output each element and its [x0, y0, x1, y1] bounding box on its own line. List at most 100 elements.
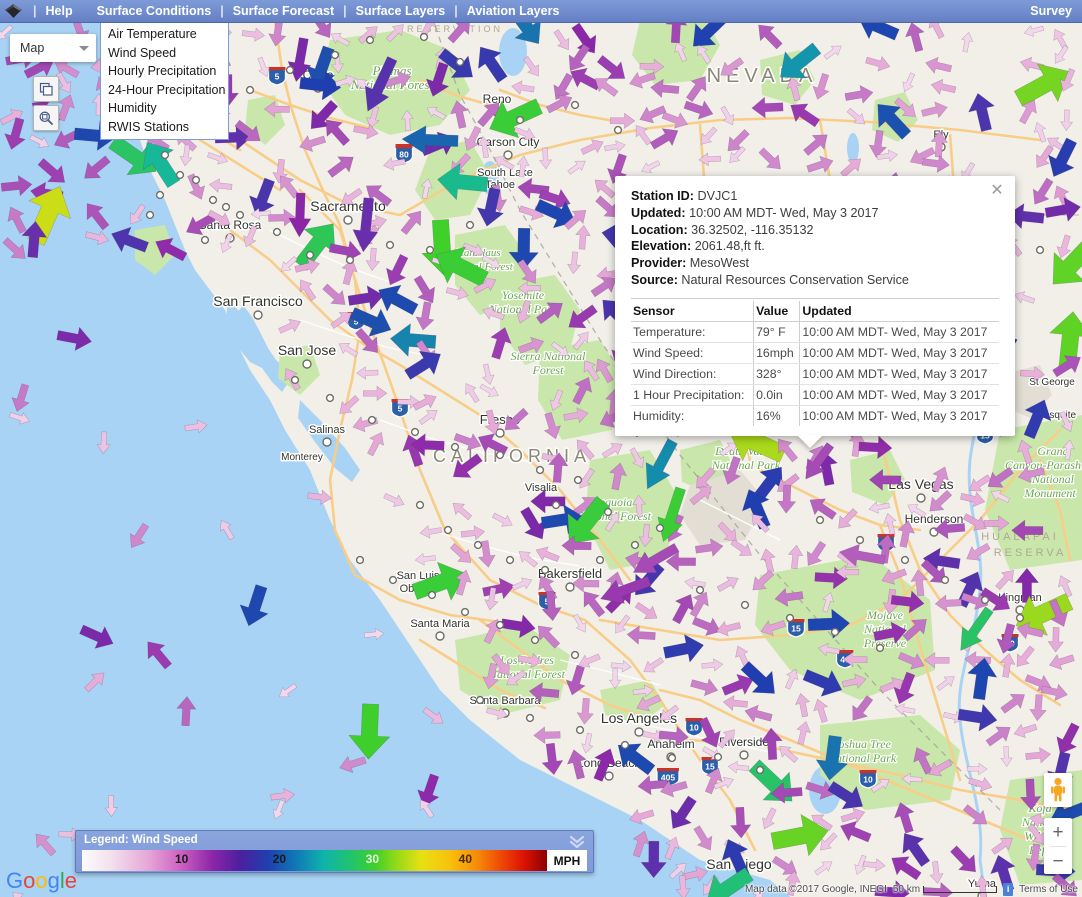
station-marker[interactable] [1037, 247, 1044, 254]
station-marker[interactable] [597, 557, 604, 564]
station-marker[interactable] [622, 742, 629, 749]
dropdown-item-rwis-stations[interactable]: RWIS Stations [101, 118, 228, 137]
station-marker[interactable] [832, 629, 839, 636]
station-marker[interactable] [577, 727, 584, 734]
station-marker[interactable] [742, 602, 749, 609]
station-marker[interactable] [193, 177, 200, 184]
station-marker[interactable] [572, 652, 579, 659]
station-marker[interactable] [157, 192, 164, 199]
street-view-pegman-icon[interactable] [1044, 773, 1072, 807]
help-menu[interactable]: Help [44, 4, 73, 18]
zoom-controls: + − [1044, 818, 1072, 874]
station-marker[interactable] [787, 615, 794, 622]
sensor-name-cell: 1 Hour Precipitation: [631, 384, 754, 405]
menu-aviation-layers[interactable]: Aviation Layers [465, 4, 562, 18]
station-marker[interactable] [575, 477, 582, 484]
station-marker[interactable] [715, 754, 722, 761]
station-marker[interactable] [497, 622, 504, 629]
station-marker[interactable] [369, 417, 376, 424]
station-marker[interactable] [475, 542, 482, 549]
station-marker[interactable] [817, 517, 824, 524]
map-type-selector[interactable]: Map [10, 34, 96, 62]
station-marker[interactable] [223, 204, 230, 211]
station-marker[interactable] [517, 117, 524, 124]
diamond-logo-icon[interactable] [0, 0, 26, 23]
station-marker[interactable] [390, 577, 397, 584]
menu-surface-layers[interactable]: Surface Layers [354, 4, 448, 18]
popup-value-updated: 10:00 AM MDT- Wed, May 3 2017 [689, 206, 878, 220]
zoom-select-icon-button[interactable] [33, 105, 59, 131]
station-marker[interactable] [347, 257, 354, 264]
station-marker[interactable] [417, 502, 424, 509]
station-marker[interactable] [902, 557, 909, 564]
menu-surface-conditions[interactable]: Surface Conditions [95, 4, 214, 18]
station-marker[interactable] [537, 467, 544, 474]
chevron-down-icon [79, 46, 89, 51]
surface-conditions-dropdown[interactable]: Air Temperature Wind Speed Hourly Precip… [100, 23, 229, 140]
station-marker[interactable] [367, 37, 374, 44]
station-marker[interactable] [857, 537, 864, 544]
dropdown-item-air-temperature[interactable]: Air Temperature [101, 25, 228, 44]
dropdown-item-24-hour-precipitation[interactable]: 24-Hour Precipitation [101, 81, 228, 100]
station-marker[interactable] [553, 502, 560, 509]
station-marker[interactable] [615, 127, 622, 134]
station-marker[interactable] [1017, 615, 1024, 622]
station-marker[interactable] [942, 577, 949, 584]
station-marker[interactable] [427, 247, 434, 254]
station-marker[interactable] [697, 587, 704, 594]
station-marker[interactable] [452, 444, 459, 451]
station-marker[interactable] [387, 242, 394, 249]
menu-surface-forecast[interactable]: Surface Forecast [231, 4, 336, 18]
station-marker[interactable] [237, 212, 244, 219]
station-marker[interactable] [429, 592, 436, 599]
station-marker[interactable] [507, 557, 514, 564]
station-marker[interactable] [357, 557, 364, 564]
station-marker[interactable] [327, 395, 334, 402]
station-marker[interactable] [757, 767, 764, 774]
station-marker[interactable] [497, 452, 504, 459]
station-marker[interactable] [669, 755, 676, 762]
station-marker[interactable] [462, 609, 469, 616]
station-marker[interactable] [177, 172, 184, 179]
zoom-in-button[interactable]: + [1044, 818, 1072, 846]
station-marker[interactable] [210, 197, 217, 204]
terms-of-use-link[interactable]: Terms of Use [1019, 884, 1078, 895]
station-marker[interactable] [877, 645, 884, 652]
zoom-out-button[interactable]: − [1044, 847, 1072, 875]
park-label: Joshua Tree [833, 737, 892, 751]
station-marker[interactable] [467, 222, 474, 229]
copy-layer-icon-button[interactable] [33, 76, 59, 102]
station-marker[interactable] [572, 102, 579, 109]
chevron-double-down-icon[interactable] [567, 833, 587, 849]
station-marker[interactable] [332, 52, 339, 59]
station-marker[interactable] [605, 509, 612, 516]
city-label: Monterey [281, 452, 323, 463]
station-marker[interactable] [632, 542, 639, 549]
station-marker[interactable] [445, 527, 452, 534]
header-separator-1: | [213, 4, 231, 18]
station-marker[interactable] [657, 525, 664, 532]
station-marker[interactable] [147, 212, 154, 219]
station-marker[interactable] [421, 34, 428, 41]
station-marker[interactable] [542, 567, 549, 574]
station-marker[interactable] [287, 67, 294, 74]
dropdown-item-hourly-precipitation[interactable]: Hourly Precipitation [101, 62, 228, 81]
station-marker[interactable] [307, 252, 314, 259]
station-marker[interactable] [457, 59, 464, 66]
station-marker[interactable] [477, 697, 484, 704]
station-marker[interactable] [274, 229, 281, 236]
station-marker[interactable] [202, 237, 209, 244]
station-marker[interactable] [162, 152, 169, 159]
dropdown-item-wind-speed[interactable]: Wind Speed [101, 44, 228, 63]
info-icon[interactable]: i [1003, 883, 1013, 896]
station-marker[interactable] [527, 715, 534, 722]
close-icon[interactable]: ✕ [989, 184, 1005, 200]
station-marker[interactable] [532, 637, 539, 644]
survey-link[interactable]: Survey [1030, 4, 1082, 18]
station-marker[interactable] [412, 429, 419, 436]
map-type-label: Map [20, 41, 44, 55]
station-marker[interactable] [982, 597, 989, 604]
station-marker[interactable] [292, 377, 299, 384]
dropdown-item-humidity[interactable]: Humidity [101, 99, 228, 118]
station-marker[interactable] [247, 87, 254, 94]
